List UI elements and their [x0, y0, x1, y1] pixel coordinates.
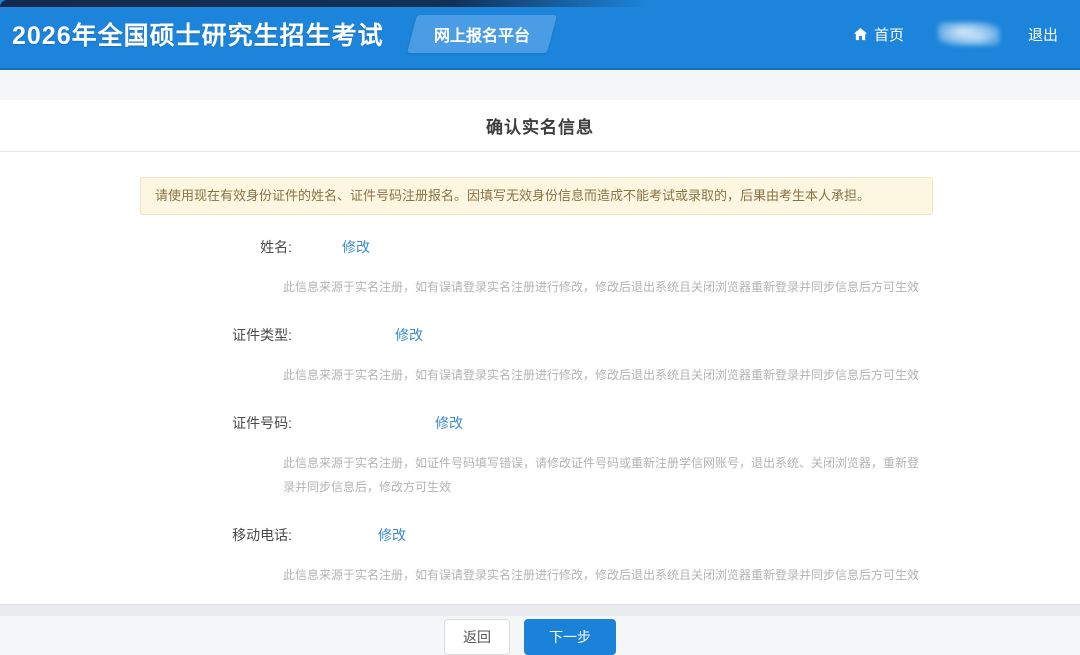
id-number-label: 证件号码: [0, 413, 292, 433]
username-redacted [938, 22, 1000, 46]
form-row-id-number: 证件号码: 修改 此信息来源于实名注册，如证件号码填写错误，请修改证件号码或重新… [0, 413, 1080, 499]
id-number-hint: 此信息来源于实名注册，如证件号码填写错误，请修改证件号码或重新注册学信网账号，退… [283, 451, 930, 499]
id-type-hint: 此信息来源于实名注册，如有误请登录实名注册进行修改，修改后退出系统且关闭浏览器重… [283, 363, 930, 387]
name-label: 姓名: [0, 237, 292, 257]
name-hint: 此信息来源于实名注册，如有误请登录实名注册进行修改，修改后退出系统且关闭浏览器重… [283, 275, 930, 299]
name-value [292, 238, 342, 256]
id-number-value [292, 414, 435, 432]
form-row-name: 姓名: 修改 此信息来源于实名注册，如有误请登录实名注册进行修改，修改后退出系统… [0, 237, 1080, 299]
id-number-modify-link[interactable]: 修改 [435, 413, 463, 433]
mobile-value [292, 526, 378, 544]
platform-badge-label: 网上报名平台 [434, 22, 530, 46]
home-icon [853, 27, 868, 42]
form-row-id-type: 证件类型: 修改 此信息来源于实名注册，如有误请登录实名注册进行修改，修改后退出… [0, 325, 1080, 387]
exam-title: 2026年全国硕士研究生招生考试 [12, 16, 384, 52]
mobile-modify-link[interactable]: 修改 [378, 525, 406, 545]
name-modify-link[interactable]: 修改 [342, 237, 370, 257]
id-type-label: 证件类型: [0, 325, 292, 345]
nav-home-label: 首页 [874, 24, 904, 45]
id-type-modify-link[interactable]: 修改 [395, 325, 423, 345]
id-type-value [292, 326, 395, 344]
realname-form: 姓名: 修改 此信息来源于实名注册，如有误请登录实名注册进行修改，修改后退出系统… [0, 237, 1080, 587]
back-button[interactable]: 返回 [444, 619, 510, 655]
window-edge-shadow [0, 0, 648, 7]
mobile-label: 移动电话: [0, 525, 292, 545]
mobile-hint: 此信息来源于实名注册，如有误请登录实名注册进行修改，修改后退出系统且关闭浏览器重… [283, 563, 930, 587]
form-row-mobile: 移动电话: 修改 此信息来源于实名注册，如有误请登录实名注册进行修改，修改后退出… [0, 525, 1080, 587]
page-title: 确认实名信息 [486, 113, 594, 138]
notice-banner: 请使用现在有效身份证件的姓名、证件号码注册报名。因填写无效身份信息而造成不能考试… [140, 177, 933, 215]
nav-home[interactable]: 首页 [853, 24, 904, 45]
next-button[interactable]: 下一步 [524, 619, 616, 655]
header-nav: 首页 退出 [853, 22, 1058, 46]
header-bar: 2026年全国硕士研究生招生考试 网上报名平台 首页 退出 [0, 0, 1080, 70]
bottom-edge [0, 604, 1080, 616]
page-title-bar: 确认实名信息 [0, 100, 1080, 152]
nav-logout[interactable]: 退出 [1028, 24, 1058, 45]
form-actions: 返回 下一步 [0, 619, 1070, 655]
platform-badge: 网上报名平台 [407, 15, 557, 53]
main-panel: 确认实名信息 请使用现在有效身份证件的姓名、证件号码注册报名。因填写无效身份信息… [0, 100, 1080, 604]
